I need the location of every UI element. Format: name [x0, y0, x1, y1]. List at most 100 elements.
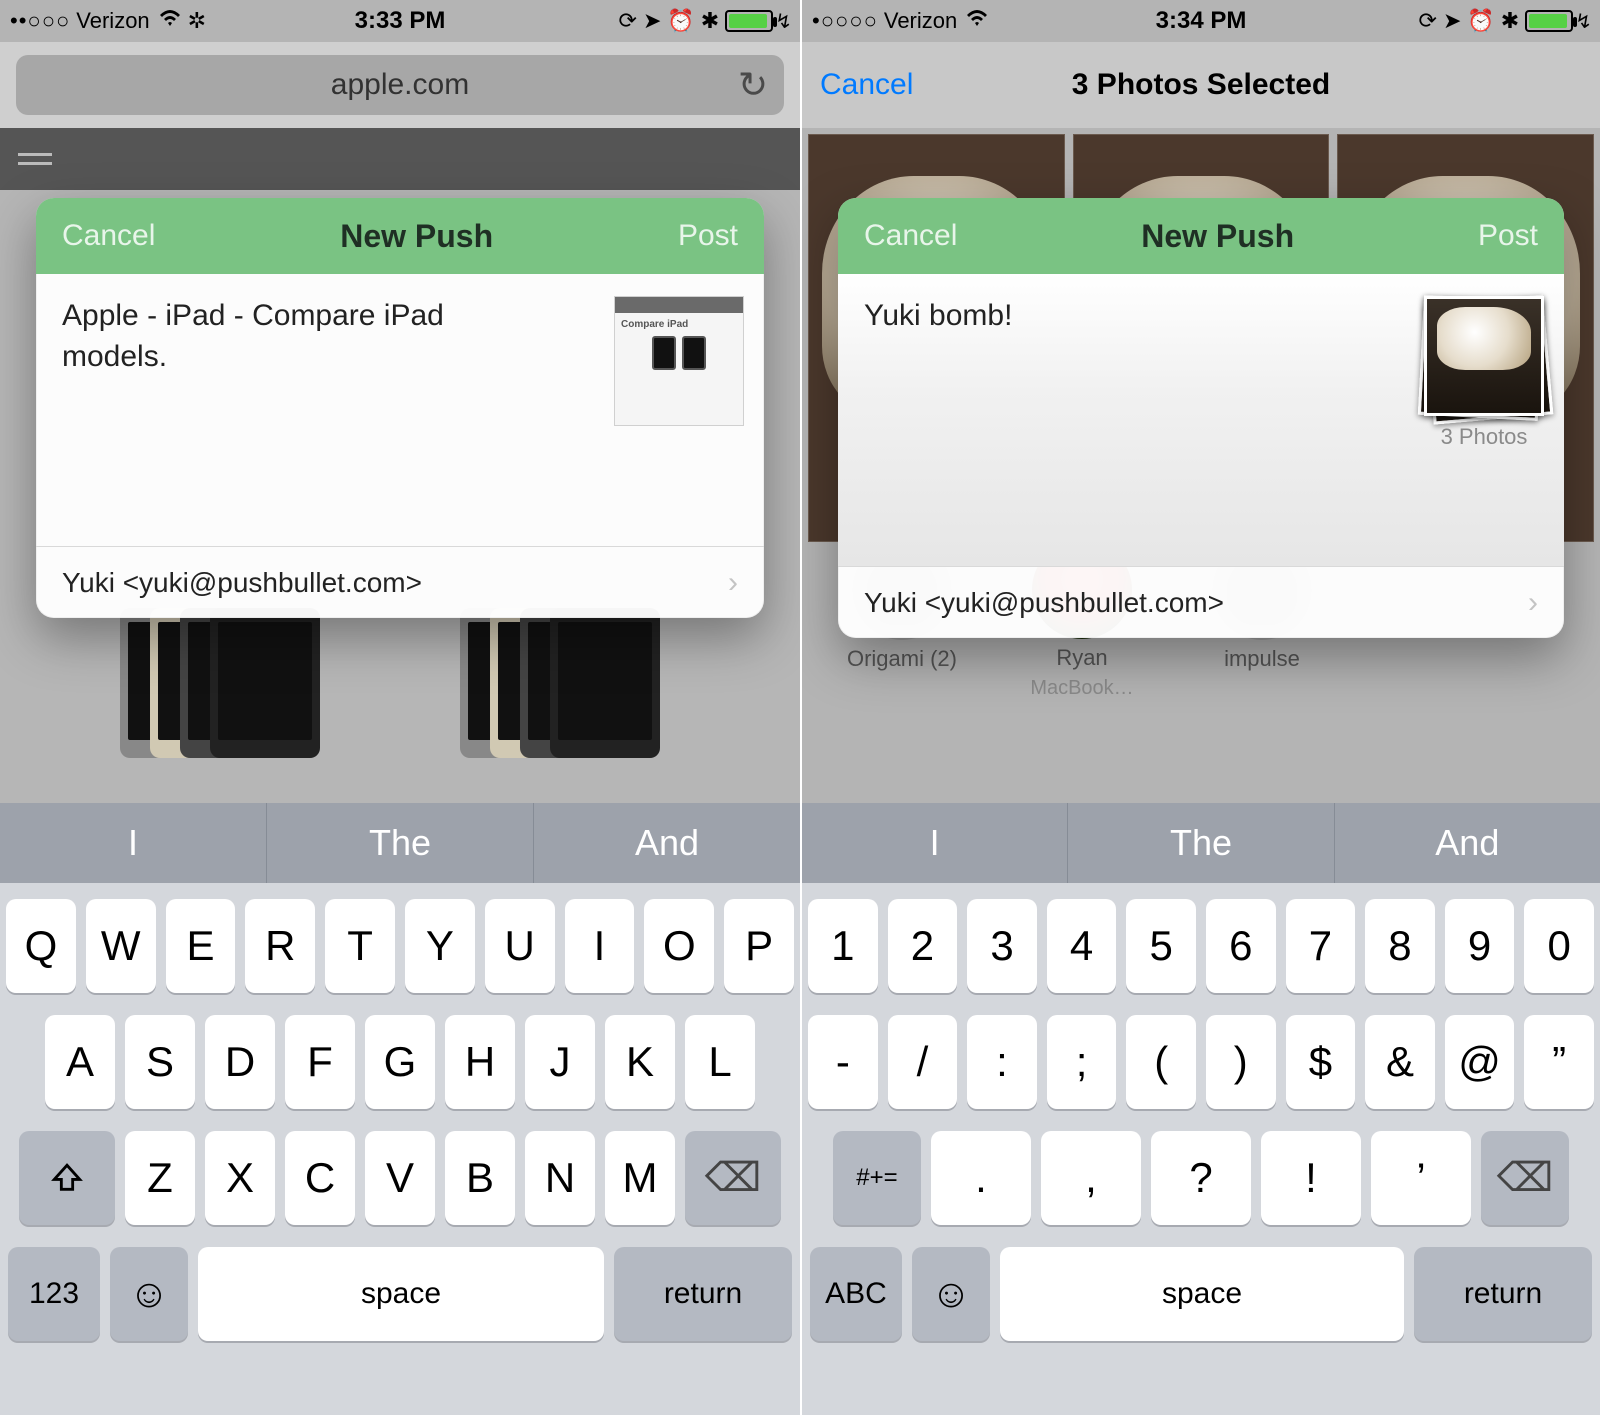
key-x[interactable]: X	[205, 1131, 275, 1225]
push-message-input[interactable]: Yuki bomb!	[864, 296, 1294, 337]
modal-post-button[interactable]: Post	[1478, 219, 1538, 253]
key-slash[interactable]: /	[888, 1015, 958, 1109]
modal-cancel-button[interactable]: Cancel	[864, 219, 957, 253]
modal-post-button[interactable]: Post	[678, 219, 738, 253]
key-2[interactable]: 2	[888, 899, 958, 993]
signal-dots-icon: ••○○○	[10, 8, 70, 34]
key-dash[interactable]: -	[808, 1015, 878, 1109]
emoji-key[interactable]: ☺	[912, 1247, 990, 1341]
key-v[interactable]: V	[365, 1131, 435, 1225]
backspace-key[interactable]: ⌫	[685, 1131, 781, 1225]
mode-key[interactable]: 123	[8, 1247, 100, 1341]
recipient-row[interactable]: Yuki <yuki@pushbullet.com> ›	[838, 566, 1564, 638]
recipient-label: Yuki <yuki@pushbullet.com>	[62, 567, 422, 599]
shift-key[interactable]	[19, 1131, 115, 1225]
key-p[interactable]: P	[724, 899, 794, 993]
modal-cancel-button[interactable]: Cancel	[62, 219, 155, 253]
key-dollar[interactable]: $	[1286, 1015, 1356, 1109]
signal-dots-icon: •○○○○	[812, 8, 878, 34]
key-a[interactable]: A	[45, 1015, 115, 1109]
key-period[interactable]: .	[931, 1131, 1031, 1225]
mode-key[interactable]: ABC	[810, 1247, 902, 1341]
key-semicolon[interactable]: ;	[1047, 1015, 1117, 1109]
key-w[interactable]: W	[86, 899, 156, 993]
key-6[interactable]: 6	[1206, 899, 1276, 993]
key-c[interactable]: C	[285, 1131, 355, 1225]
key-4[interactable]: 4	[1047, 899, 1117, 993]
key-3[interactable]: 3	[967, 899, 1037, 993]
key-o[interactable]: O	[644, 899, 714, 993]
key-8[interactable]: 8	[1365, 899, 1435, 993]
key-b[interactable]: B	[445, 1131, 515, 1225]
status-bar: ••○○○ Verizon ✲ 3:33 PM ⟳ ➤ ⏰ ✱ ↯	[0, 0, 800, 42]
key-n[interactable]: N	[525, 1131, 595, 1225]
key-i[interactable]: I	[565, 899, 635, 993]
location-icon: ➤	[643, 8, 661, 34]
predict-suggestion[interactable]: The	[267, 803, 534, 883]
symbols-key[interactable]: #+=	[833, 1131, 921, 1225]
emoji-key[interactable]: ☺	[110, 1247, 188, 1341]
status-bar: •○○○○ Verizon 3:34 PM ⟳ ➤ ⏰ ✱ ↯	[802, 0, 1600, 42]
predictive-bar: I The And	[802, 803, 1600, 883]
key-f[interactable]: F	[285, 1015, 355, 1109]
key-m[interactable]: M	[605, 1131, 675, 1225]
key-row-1: 1 2 3 4 5 6 7 8 9 0	[808, 899, 1594, 993]
photo-preview: 3 Photos	[1424, 296, 1544, 450]
key-7[interactable]: 7	[1286, 899, 1356, 993]
clock-time: 3:33 PM	[355, 7, 446, 35]
key-quote[interactable]: ”	[1524, 1015, 1594, 1109]
predict-suggestion[interactable]: And	[534, 803, 800, 883]
key-0[interactable]: 0	[1524, 899, 1594, 993]
key-l[interactable]: L	[685, 1015, 755, 1109]
space-key[interactable]: space	[1000, 1247, 1404, 1341]
backspace-key[interactable]: ⌫	[1481, 1131, 1569, 1225]
hamburger-icon[interactable]	[18, 153, 52, 165]
key-e[interactable]: E	[166, 899, 236, 993]
key-apostrophe[interactable]: ’	[1371, 1131, 1471, 1225]
key-g[interactable]: G	[365, 1015, 435, 1109]
keyboard: I The And Q W E R T Y U I O P A	[0, 803, 800, 1415]
key-at[interactable]: @	[1445, 1015, 1515, 1109]
key-z[interactable]: Z	[125, 1131, 195, 1225]
key-d[interactable]: D	[205, 1015, 275, 1109]
key-t[interactable]: T	[325, 899, 395, 993]
key-question[interactable]: ?	[1151, 1131, 1251, 1225]
key-q[interactable]: Q	[6, 899, 76, 993]
key-paren-open[interactable]: (	[1126, 1015, 1196, 1109]
predict-suggestion[interactable]: And	[1335, 803, 1600, 883]
key-s[interactable]: S	[125, 1015, 195, 1109]
key-comma[interactable]: ,	[1041, 1131, 1141, 1225]
key-h[interactable]: H	[445, 1015, 515, 1109]
return-key[interactable]: return	[614, 1247, 792, 1341]
key-paren-close[interactable]: )	[1206, 1015, 1276, 1109]
photos-cancel-button[interactable]: Cancel	[820, 68, 913, 102]
key-9[interactable]: 9	[1445, 899, 1515, 993]
key-j[interactable]: J	[525, 1015, 595, 1109]
url-field[interactable]: apple.com ↻	[16, 55, 784, 115]
push-message-input[interactable]: Apple - iPad - Compare iPad models.	[62, 296, 492, 377]
key-1[interactable]: 1	[808, 899, 878, 993]
key-ampersand[interactable]: &	[1365, 1015, 1435, 1109]
clock-time: 3:34 PM	[1156, 7, 1247, 35]
key-colon[interactable]: :	[967, 1015, 1037, 1109]
predict-suggestion[interactable]: I	[802, 803, 1068, 883]
keyboard: I The And 1 2 3 4 5 6 7 8 9 0 -	[802, 803, 1600, 1415]
reload-icon[interactable]: ↻	[738, 64, 768, 106]
space-key[interactable]: space	[198, 1247, 604, 1341]
safari-address-bar: apple.com ↻	[0, 42, 800, 128]
battery-icon: ↯	[1525, 9, 1592, 34]
key-u[interactable]: U	[485, 899, 555, 993]
predict-suggestion[interactable]: I	[0, 803, 267, 883]
link-preview-thumbnail: Compare iPad	[614, 296, 744, 426]
screen-right: •○○○○ Verizon 3:34 PM ⟳ ➤ ⏰ ✱ ↯ Cancel 3…	[800, 0, 1600, 1415]
key-y[interactable]: Y	[405, 899, 475, 993]
wifi-icon	[965, 8, 989, 34]
share-target-name: Ryan	[1056, 645, 1107, 671]
recipient-row[interactable]: Yuki <yuki@pushbullet.com> ›	[36, 546, 764, 618]
key-k[interactable]: K	[605, 1015, 675, 1109]
key-exclaim[interactable]: !	[1261, 1131, 1361, 1225]
key-5[interactable]: 5	[1126, 899, 1196, 993]
predict-suggestion[interactable]: The	[1068, 803, 1334, 883]
key-r[interactable]: R	[245, 899, 315, 993]
return-key[interactable]: return	[1414, 1247, 1592, 1341]
